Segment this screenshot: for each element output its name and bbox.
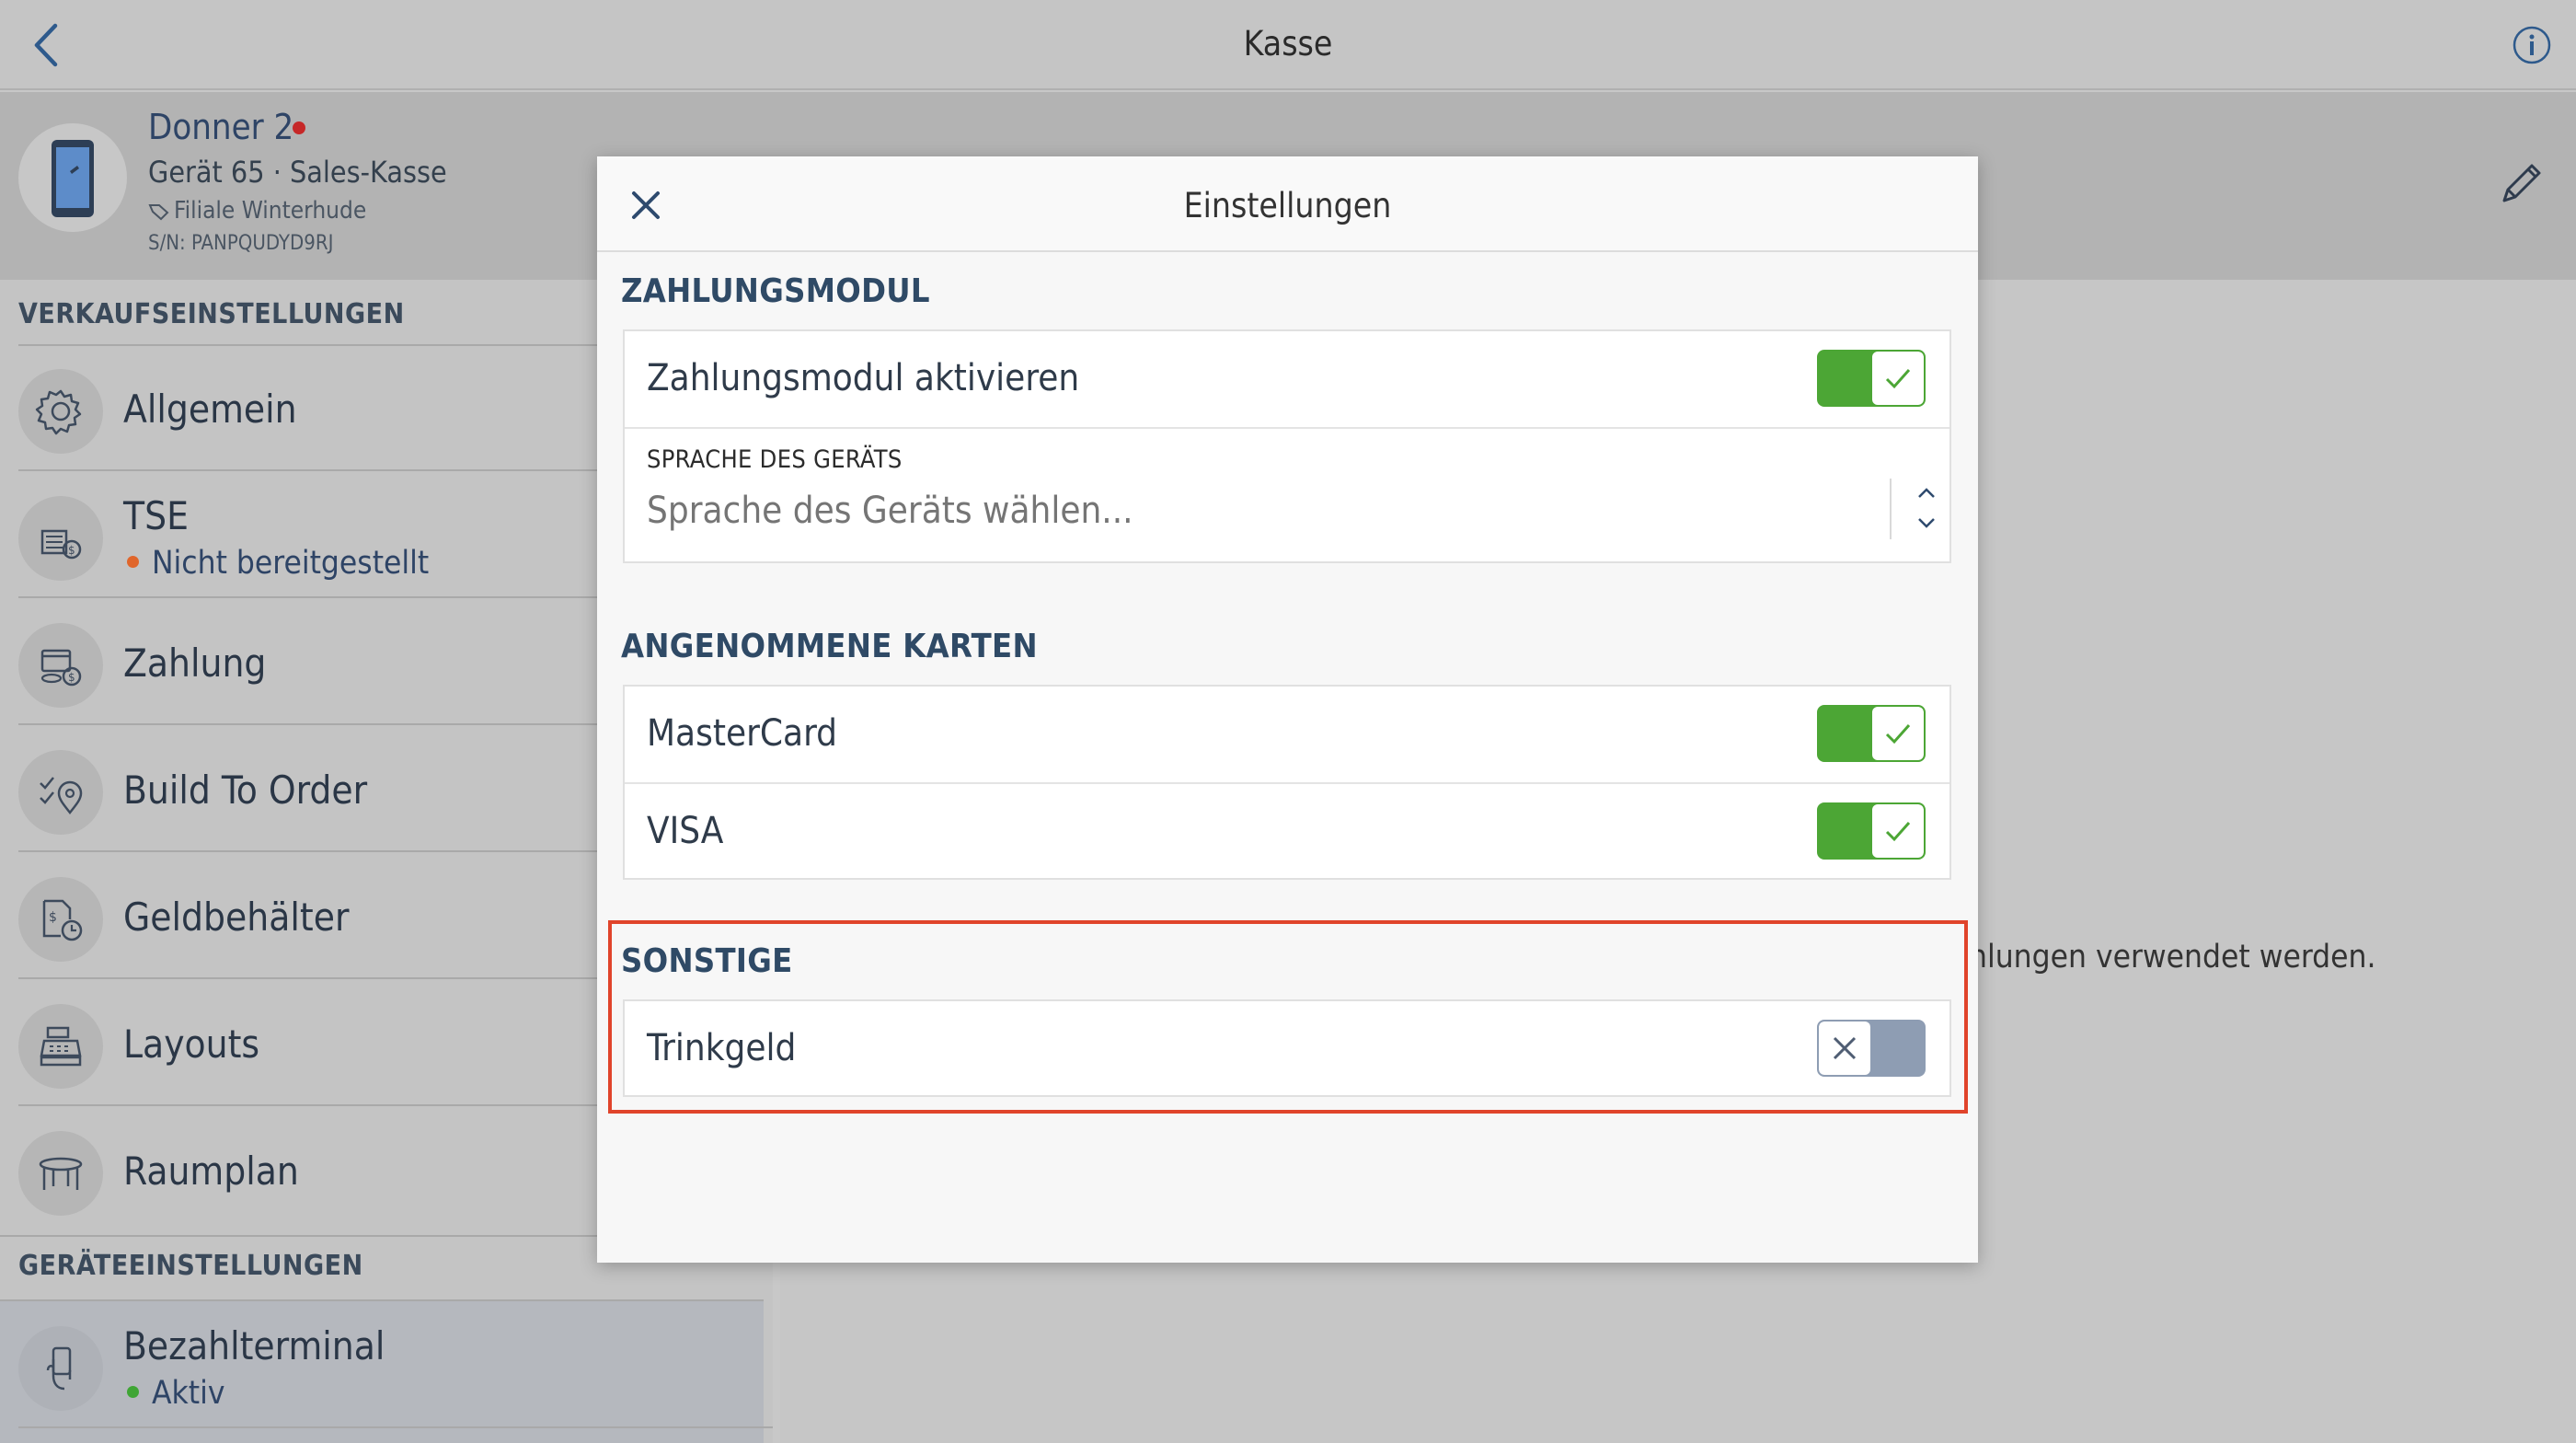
section-device-settings: GERÄTEEINSTELLUNGEN — [18, 1250, 363, 1282]
card-label: MasterCard — [647, 712, 838, 755]
status-text: Nicht bereitgestellt — [152, 545, 430, 582]
sidebar-item-icon-wrap — [18, 1326, 103, 1411]
section-payment-module: ZAHLUNGSMODUL — [621, 272, 930, 310]
modal-title: Einstellungen — [1183, 186, 1392, 225]
payment-module-row: Zahlungsmodul aktivieren — [625, 331, 1949, 427]
card-label: VISA — [647, 810, 724, 852]
device-branch: Filiale Winterhude — [148, 197, 366, 225]
sidebar-item-label: Zahlung — [123, 641, 267, 686]
payment-icon: $ — [40, 649, 82, 687]
sidebar-item-status: Aktiv — [127, 1375, 225, 1412]
cash-register-icon — [40, 1026, 82, 1067]
sidebar-item-icon-wrap: $ — [18, 877, 103, 962]
visa-toggle[interactable] — [1817, 802, 1926, 860]
build-to-order-icon — [40, 777, 83, 815]
device-language-select[interactable] — [647, 490, 1843, 532]
info-icon[interactable] — [2512, 25, 2552, 65]
page-title: Kasse — [1243, 24, 1333, 63]
device-serial: S/N: PANPQUDYD9RJ — [148, 232, 334, 255]
sidebar-item-label: Bezahlterminal — [123, 1323, 385, 1368]
divider — [0, 1299, 764, 1301]
toggle-knob — [1872, 352, 1924, 405]
section-accepted-cards: ANGENOMMENE KARTEN — [621, 628, 1038, 665]
device-language-label: SPRACHE DES GERÄTS — [647, 445, 903, 474]
table-icon — [39, 1157, 83, 1190]
accepted-cards-card: MasterCard VISA — [623, 685, 1951, 880]
svg-text:$: $ — [49, 910, 57, 925]
toggle-knob — [1872, 707, 1924, 760]
sidebar-item-label: TSE — [123, 493, 189, 538]
card-row-visa: VISA — [625, 782, 1949, 878]
sidebar-item-icon-wrap: $ — [18, 623, 103, 708]
device-language-row: SPRACHE DES GERÄTS — [625, 427, 1949, 561]
status-dot — [127, 1385, 139, 1398]
sidebar-item-bezahlterminal[interactable]: Bezahlterminal Aktiv — [18, 1303, 773, 1428]
status-dot — [127, 555, 139, 568]
card-row-mastercard: MasterCard — [625, 687, 1949, 782]
check-icon — [1885, 369, 1911, 389]
device-branch-label: Filiale Winterhude — [174, 197, 367, 225]
svg-text:$: $ — [68, 544, 75, 557]
sidebar-item-label: Raumplan — [123, 1149, 299, 1194]
top-bar: Kasse — [0, 0, 2576, 90]
device-description: Gerät 65 · Sales-Kasse — [148, 155, 447, 190]
gear-icon — [35, 389, 82, 435]
sidebar-item-status: Nicht bereitgestellt — [127, 545, 429, 582]
payment-module-toggle[interactable] — [1817, 350, 1926, 407]
check-icon — [1885, 724, 1911, 745]
section-sales-settings: VERKAUFSEINSTELLUNGEN — [18, 298, 405, 330]
tablet-icon — [52, 140, 94, 217]
check-icon — [1885, 822, 1911, 842]
sidebar-item-label: Allgemein — [123, 387, 297, 432]
select-divider — [1890, 479, 1892, 539]
sidebar-item-icon-wrap: $ — [18, 496, 103, 581]
background-description-text: hlungen verwendet werden. — [1969, 939, 2376, 975]
device-avatar — [18, 123, 127, 232]
tag-icon — [148, 203, 169, 220]
chevron-up-down-icon[interactable] — [1913, 482, 1940, 534]
svg-text:$: $ — [68, 671, 75, 684]
device-name: Donner 2 — [148, 107, 294, 147]
toggle-knob — [1872, 804, 1924, 858]
cash-drawer-icon: $ — [42, 899, 83, 941]
terminal-hand-icon — [46, 1346, 72, 1391]
tse-icon: $ — [40, 529, 82, 560]
highlight-box — [608, 920, 1968, 1114]
payment-module-label: Zahlungsmodul aktivieren — [647, 357, 1080, 399]
mastercard-toggle[interactable] — [1817, 705, 1926, 762]
sidebar-item-icon-wrap — [18, 369, 103, 454]
status-text: Aktiv — [152, 1375, 225, 1412]
sidebar-item-icon-wrap — [18, 750, 103, 835]
sidebar-item-icon-wrap — [18, 1131, 103, 1216]
device-status-dot — [293, 121, 305, 134]
modal-header: Einstellungen — [597, 156, 1978, 252]
edit-pencil-icon[interactable] — [2495, 158, 2547, 210]
sidebar-item-label: Build To Order — [123, 768, 368, 813]
sidebar-item-label: Layouts — [123, 1022, 260, 1067]
sidebar-item-label: Geldbehälter — [123, 895, 350, 940]
payment-module-card: Zahlungsmodul aktivieren SPRACHE DES GER… — [623, 329, 1951, 563]
sidebar-item-icon-wrap — [18, 1004, 103, 1089]
